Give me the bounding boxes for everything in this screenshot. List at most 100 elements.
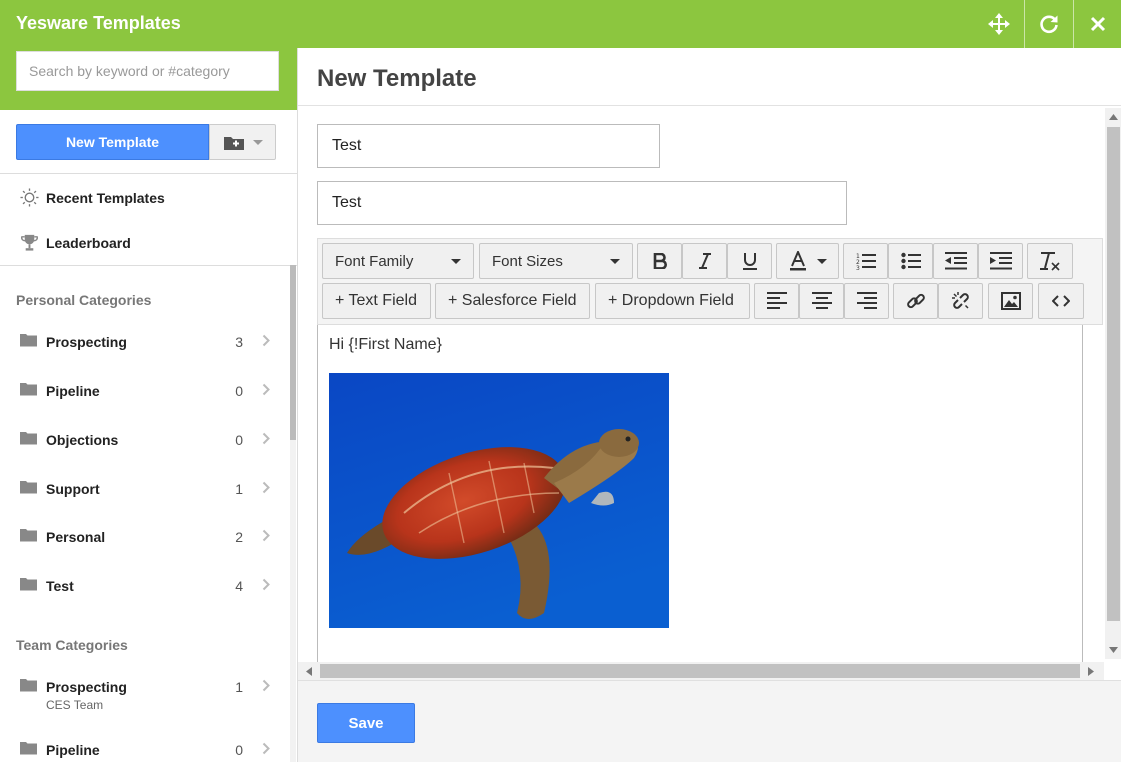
category-name: Prospecting [46,334,127,350]
page-title: New Template [317,65,477,92]
new-folder-dropdown-button[interactable] [209,124,276,160]
sidebar: New Template Recent Templates Leaderbo [0,48,297,762]
sidebar-scrollbar-thumb[interactable] [290,265,296,440]
unlink-icon [951,292,969,309]
category-count: 1 [235,481,243,497]
nav-recent-templates[interactable]: Recent Templates [20,188,165,207]
sidebar-scrollbar[interactable] [290,265,296,762]
font-sizes-label: Font Sizes [492,252,563,270]
category-count: 4 [235,578,243,594]
team-categories-heading: Team Categories [16,637,128,653]
chevron-right-icon [262,679,270,692]
chevron-right-icon [262,578,270,591]
category-name: Prospecting [46,679,127,695]
close-button[interactable] [1073,0,1121,48]
insert-link-button[interactable] [893,283,938,319]
category-item-personal[interactable]: Personal 2 [20,527,272,547]
source-code-button[interactable] [1038,283,1084,319]
category-count: 0 [235,432,243,448]
align-center-icon [811,292,832,309]
chevron-right-icon [262,383,270,396]
clear-formatting-button[interactable] [1027,243,1073,279]
italic-button[interactable] [682,243,727,279]
category-item-prospecting[interactable]: Prospecting 3 [20,332,272,352]
divider [0,265,297,266]
insert-image-button[interactable] [988,283,1033,319]
align-center-button[interactable] [799,283,844,319]
category-name: Test [46,578,74,594]
insert-salesforce-field-button[interactable]: + Salesforce Field [435,283,590,319]
category-count: 2 [235,529,243,545]
move-icon [988,13,1010,35]
team-category-item-prospecting[interactable]: Prospecting 1 CES Team [20,677,272,713]
chevron-right-icon [262,481,270,494]
folder-icon [20,679,37,692]
text-color-dropdown[interactable] [776,243,839,279]
category-item-support[interactable]: Support 1 [20,479,272,499]
bold-button[interactable] [637,243,682,279]
link-icon [906,293,925,309]
align-right-button[interactable] [844,283,889,319]
move-button[interactable] [975,0,1023,48]
font-family-label: Font Family [335,252,414,270]
align-left-icon [766,292,787,309]
ordered-list-icon: 123 [856,253,876,270]
vertical-scrollbar-thumb[interactable] [1107,127,1120,621]
folder-icon [20,742,37,755]
clear-formatting-icon [1040,252,1060,271]
editor-footer: Save [298,680,1121,762]
chevron-right-icon [262,334,270,347]
nav-leaderboard[interactable]: Leaderboard [20,233,131,252]
bullet-list-button[interactable] [888,243,933,279]
underline-icon [742,253,757,270]
category-item-test[interactable]: Test 4 [20,576,272,596]
folder-icon [20,481,37,494]
unlink-button[interactable] [938,283,983,319]
font-sizes-dropdown[interactable]: Font Sizes [479,243,633,279]
refresh-button[interactable] [1024,0,1072,48]
team-category-item-pipeline[interactable]: Pipeline 0 [20,740,272,760]
scroll-down-icon[interactable] [1109,647,1118,653]
scroll-left-icon[interactable] [306,667,312,676]
nav-leaderboard-label: Leaderboard [46,234,131,251]
chevron-right-icon [262,742,270,755]
template-name-input[interactable] [317,124,660,168]
new-template-button[interactable]: New Template [16,124,209,160]
chevron-down-icon [252,139,263,145]
category-name: Pipeline [46,742,100,758]
scroll-right-icon[interactable] [1088,667,1094,676]
insert-dropdown-field-button[interactable]: + Dropdown Field [595,283,750,319]
search-input[interactable] [16,51,279,91]
template-body-editor[interactable]: Hi {!First Name} [317,325,1083,663]
app-title: Yesware Templates [16,13,181,33]
horizontal-scrollbar-thumb[interactable] [320,664,1080,678]
chevron-right-icon [262,529,270,542]
sun-icon [20,188,39,207]
indent-button[interactable] [978,243,1023,279]
font-family-dropdown[interactable]: Font Family [322,243,474,279]
chevron-right-icon [262,432,270,445]
editor-pane: New Template Font Family Font Sizes 123 [297,48,1121,762]
category-item-pipeline[interactable]: Pipeline 0 [20,381,272,401]
save-button[interactable]: Save [317,703,415,743]
outdent-icon [944,252,967,270]
scroll-up-icon[interactable] [1109,114,1118,120]
bold-icon [653,253,667,269]
chevron-down-icon [610,258,620,264]
ordered-list-button[interactable]: 123 [843,243,888,279]
editor-horizontal-scrollbar[interactable] [298,662,1104,680]
category-item-objections[interactable]: Objections 0 [20,430,272,450]
folder-icon [20,432,37,445]
editor-vertical-scrollbar[interactable] [1105,108,1121,659]
insert-text-field-button[interactable]: + Text Field [322,283,431,319]
category-name: Pipeline [46,383,100,399]
underline-button[interactable] [727,243,772,279]
outdent-button[interactable] [933,243,978,279]
category-count: 1 [235,679,243,695]
category-count: 3 [235,334,243,350]
folder-icon [20,529,37,542]
chevron-down-icon [451,258,461,264]
sea-turtle-image[interactable] [329,373,669,628]
subject-input[interactable] [317,181,847,225]
align-left-button[interactable] [754,283,799,319]
